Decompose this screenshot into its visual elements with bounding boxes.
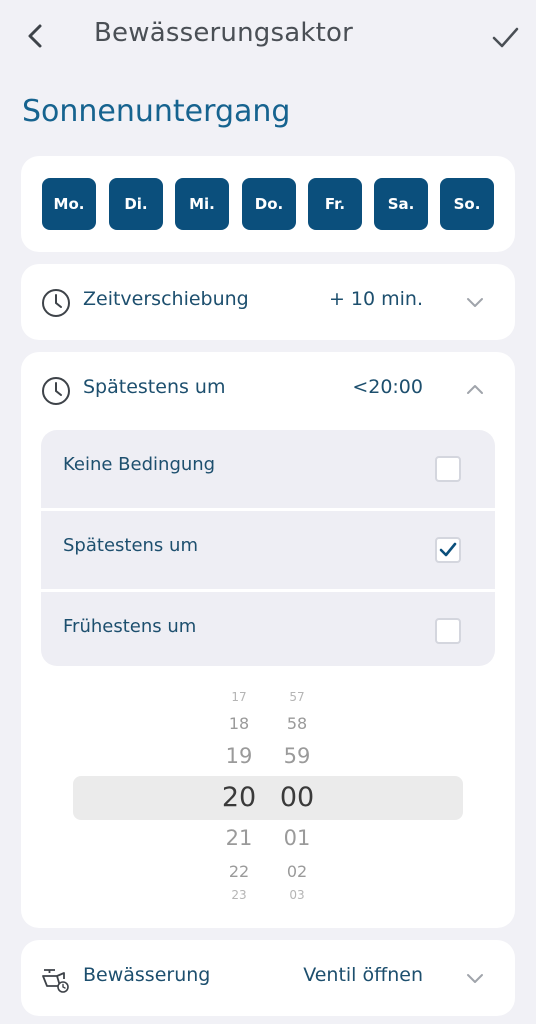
option-label: Frühestens um: [63, 616, 197, 637]
option-spaetestens-um[interactable]: Spätestens um: [41, 511, 495, 589]
hour-option[interactable]: 18: [209, 714, 269, 733]
day-button-sa[interactable]: Sa.: [374, 178, 428, 230]
time-picker[interactable]: 17 18 19 20 21 22 23 57 58 59 00 01 02 0…: [73, 686, 463, 912]
checkbox-checked[interactable]: [435, 537, 461, 563]
latest-label: Spätestens um: [83, 376, 226, 398]
minute-option[interactable]: 58: [267, 714, 327, 733]
clock-icon: [42, 289, 70, 317]
latest-time-card: Spätestens um <20:00 Keine Bedingung Spä…: [21, 352, 515, 928]
irrigation-row[interactable]: Bewässerung Ventil öffnen: [21, 940, 515, 1016]
chevron-down-icon[interactable]: [465, 968, 485, 988]
latest-value: <20:00: [352, 376, 423, 398]
day-button-do[interactable]: Do.: [242, 178, 296, 230]
back-arrow-icon[interactable]: [22, 22, 50, 50]
valve-timer-icon: [42, 969, 69, 993]
day-button-di[interactable]: Di.: [109, 178, 163, 230]
option-label: Keine Bedingung: [63, 454, 216, 475]
day-selector-card: Mo. Di. Mi. Do. Fr. Sa. So.: [21, 156, 515, 252]
chevron-down-icon[interactable]: [465, 292, 485, 312]
checkbox[interactable]: [435, 456, 461, 482]
minute-option[interactable]: 01: [267, 826, 327, 850]
hour-option[interactable]: 19: [209, 744, 269, 768]
option-label: Spätestens um: [63, 535, 198, 556]
minute-selected[interactable]: 00: [267, 782, 327, 813]
day-button-so[interactable]: So.: [440, 178, 494, 230]
chevron-up-icon[interactable]: [465, 380, 485, 400]
checkmark-icon: [439, 542, 457, 557]
day-button-fr[interactable]: Fr.: [308, 178, 362, 230]
irrigation-value: Ventil öffnen: [303, 964, 423, 986]
time-shift-row[interactable]: Zeitverschiebung + 10 min.: [21, 264, 515, 340]
minute-option[interactable]: 03: [267, 888, 327, 902]
clock-icon: [42, 377, 70, 405]
top-bar: Bewässerungsaktor: [0, 0, 536, 74]
option-keine-bedingung[interactable]: Keine Bedingung: [41, 430, 495, 508]
checkbox[interactable]: [435, 618, 461, 644]
hour-option[interactable]: 22: [209, 862, 269, 881]
hour-option[interactable]: 23: [209, 888, 269, 902]
hour-option[interactable]: 21: [209, 826, 269, 850]
day-button-mo[interactable]: Mo.: [42, 178, 96, 230]
minute-option[interactable]: 02: [267, 862, 327, 881]
day-button-mi[interactable]: Mi.: [175, 178, 229, 230]
minute-option[interactable]: 59: [267, 744, 327, 768]
section-heading: Sonnenuntergang: [22, 94, 291, 129]
page-title: Bewässerungsaktor: [94, 18, 353, 48]
time-shift-value: + 10 min.: [328, 288, 423, 310]
hour-option[interactable]: 17: [209, 690, 269, 704]
option-fruehestens-um[interactable]: Frühestens um: [41, 592, 495, 666]
minute-option[interactable]: 57: [267, 690, 327, 704]
condition-options: Keine Bedingung Spätestens um Frühestens…: [41, 430, 495, 666]
hour-selected[interactable]: 20: [209, 782, 269, 813]
irrigation-label: Bewässerung: [83, 964, 211, 986]
time-shift-label: Zeitverschiebung: [83, 288, 249, 310]
checkmark-icon[interactable]: [490, 22, 520, 52]
